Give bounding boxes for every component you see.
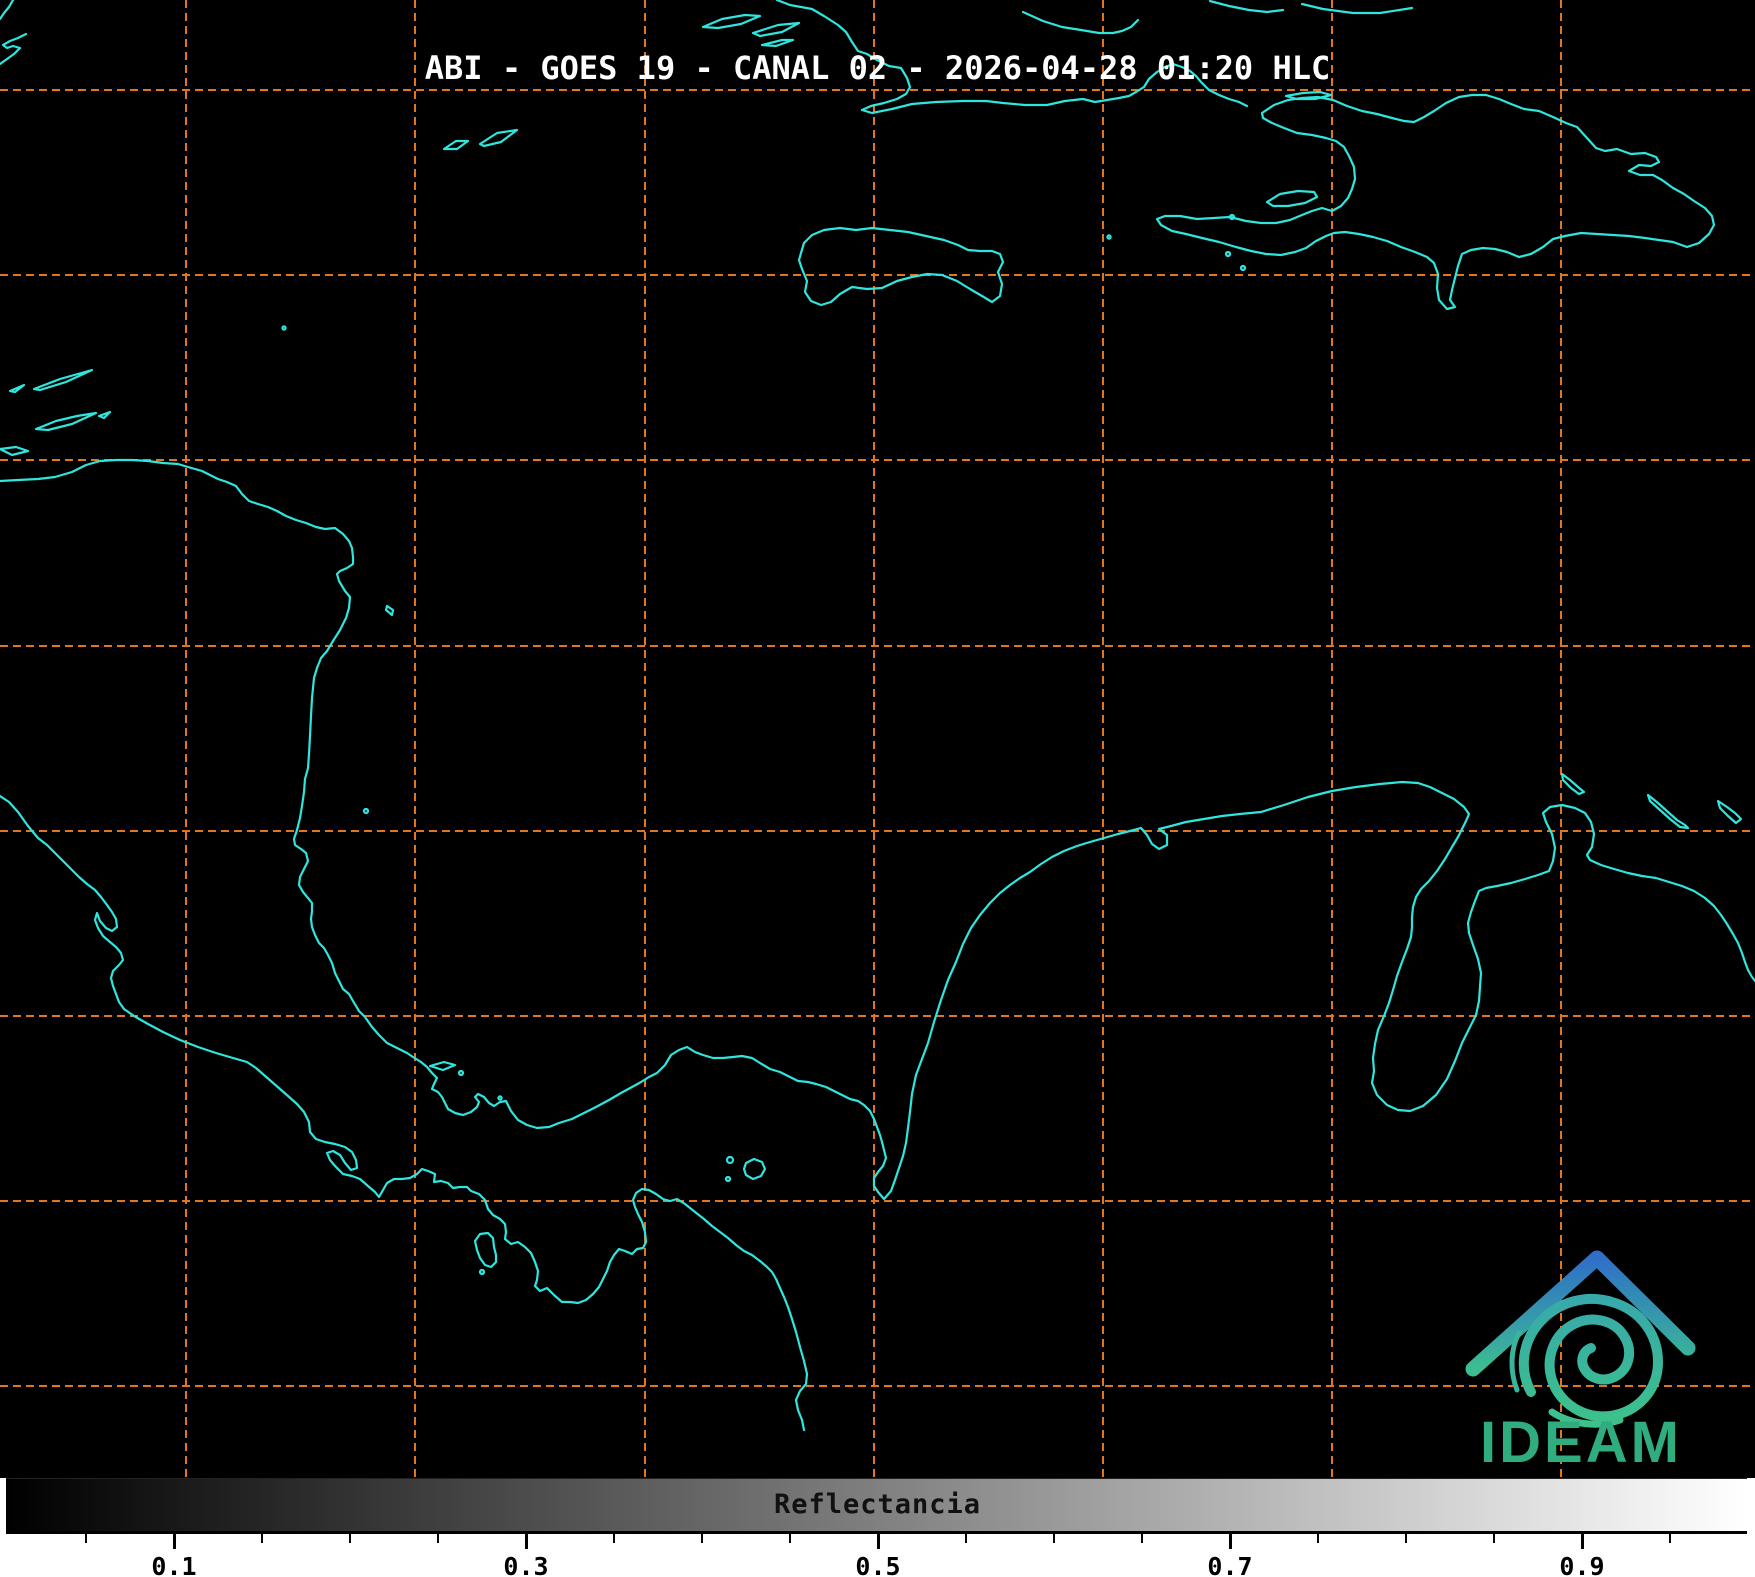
island bbox=[1716, 799, 1743, 825]
island-bonaire bbox=[1646, 793, 1690, 830]
coastline-fragment bbox=[1021, 10, 1140, 35]
island bbox=[0, 445, 30, 457]
island-gonave bbox=[1265, 189, 1319, 208]
colorbar-minor-tick bbox=[1669, 1533, 1671, 1543]
colorbar-title: Reflectancia bbox=[773, 1489, 982, 1520]
island bbox=[457, 1069, 465, 1077]
colorbar-minor-tick bbox=[613, 1533, 615, 1543]
colorbar-major-tick bbox=[876, 1533, 880, 1549]
island bbox=[384, 604, 395, 617]
island bbox=[751, 21, 801, 38]
island bbox=[32, 368, 94, 392]
island-curacao bbox=[1560, 772, 1586, 796]
graticule-grid bbox=[0, 0, 1755, 1477]
island bbox=[497, 1095, 503, 1101]
coastline-caribbean-mainland bbox=[0, 458, 1755, 1201]
island bbox=[442, 139, 470, 151]
colorbar-minor-tick bbox=[701, 1533, 703, 1543]
colorbar-major-tick bbox=[524, 1533, 528, 1549]
colorbar-tick-label: 0.1 bbox=[151, 1552, 197, 1577]
coastline-jamaica bbox=[797, 226, 1005, 307]
colorbar-major-tick bbox=[172, 1533, 176, 1549]
island bbox=[97, 410, 112, 420]
ideam-logo: IDEAM bbox=[1465, 1250, 1696, 1475]
colorbar-tick-label: 0.5 bbox=[855, 1552, 901, 1577]
colorbar-minor-tick bbox=[1053, 1533, 1055, 1543]
coastline-fragment bbox=[0, 32, 28, 66]
island bbox=[8, 383, 26, 394]
colorbar-minor-tick bbox=[1405, 1533, 1407, 1543]
colorbar-minor-tick bbox=[789, 1533, 791, 1543]
island bbox=[1106, 234, 1112, 240]
island bbox=[1239, 264, 1247, 272]
colorbar-tick-label: 0.9 bbox=[1559, 1552, 1605, 1577]
colorbar-minor-tick bbox=[1317, 1533, 1319, 1543]
coastline-fragment bbox=[1208, 0, 1285, 14]
island bbox=[760, 38, 795, 48]
coastline-fragment bbox=[1300, 2, 1414, 15]
island bbox=[281, 325, 287, 331]
colorbar-tick-label: 0.3 bbox=[503, 1552, 549, 1577]
coastlines bbox=[0, 0, 1755, 1432]
colorbar-minor-tick bbox=[1141, 1533, 1143, 1543]
colorbar-minor-tick bbox=[965, 1533, 967, 1543]
colorbar: Reflectancia 0.1 0.3 0.5 0.7 0.9 bbox=[0, 1478, 1755, 1577]
logo-spiral-icon bbox=[1518, 1294, 1664, 1422]
island bbox=[701, 13, 762, 30]
coastline-pacific bbox=[0, 794, 809, 1432]
island bbox=[724, 1175, 732, 1183]
colorbar-minor-tick bbox=[85, 1533, 87, 1543]
colorbar-tick-label: 0.7 bbox=[1207, 1552, 1253, 1577]
coastline-fragment bbox=[0, 0, 15, 21]
satellite-map: IDEAM bbox=[0, 0, 1755, 1477]
coastline-hispaniola bbox=[1155, 93, 1716, 311]
satellite-image-viewport: IDEAM ABI - GOES 19 - CANAL 02 - 2026-04… bbox=[0, 0, 1755, 1577]
island bbox=[428, 1060, 457, 1072]
logo-wordmark: IDEAM bbox=[1480, 1410, 1682, 1475]
colorbar-major-tick bbox=[1580, 1533, 1584, 1549]
island bbox=[478, 128, 519, 148]
island bbox=[478, 1268, 486, 1276]
colorbar-minor-tick bbox=[261, 1533, 263, 1543]
island bbox=[1224, 250, 1232, 258]
colorbar-minor-tick bbox=[349, 1533, 351, 1543]
island bbox=[362, 807, 370, 815]
island-coiba bbox=[473, 1231, 498, 1269]
colorbar-minor-tick bbox=[1493, 1533, 1495, 1543]
image-title: ABI - GOES 19 - CANAL 02 - 2026-04-28 01… bbox=[424, 49, 1331, 87]
logo-brush-icon bbox=[1509, 1330, 1522, 1393]
island bbox=[742, 1157, 767, 1181]
island bbox=[34, 411, 98, 432]
colorbar-major-tick bbox=[1228, 1533, 1232, 1549]
island bbox=[725, 1155, 735, 1165]
colorbar-minor-tick bbox=[437, 1533, 439, 1543]
